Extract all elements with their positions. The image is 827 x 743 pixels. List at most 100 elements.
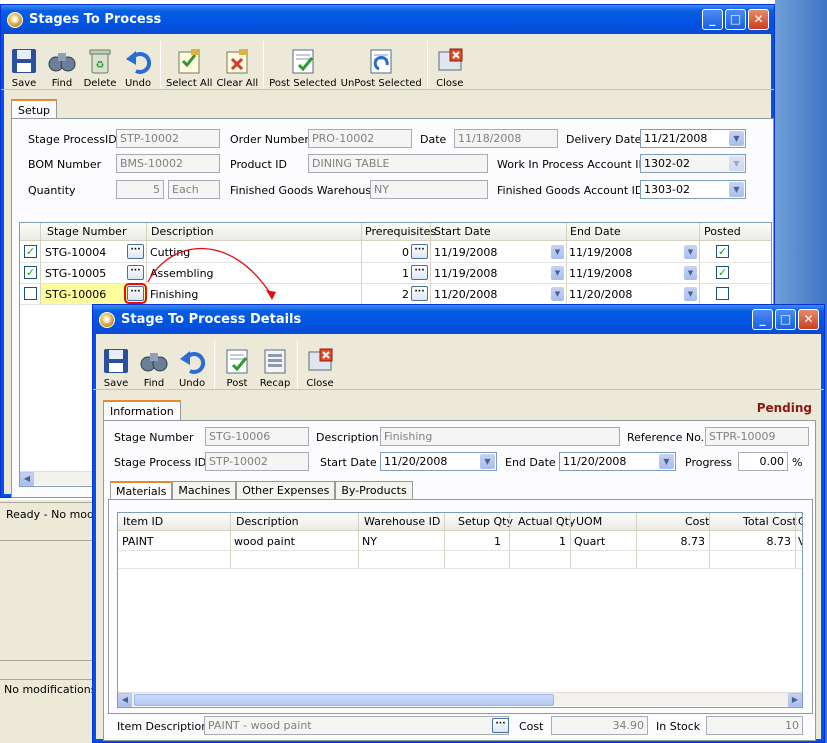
table-row[interactable]: ✓ STG-10005 ··· Assembling 1 ··· 11/19/2…	[20, 263, 771, 284]
stage-lookup-button[interactable]: ···	[127, 265, 144, 280]
column-header[interactable]: Stage Number	[47, 225, 126, 238]
scrollbar-thumb[interactable]	[134, 694, 554, 706]
background-status-bar: Ready - No modifications	[0, 502, 96, 524]
close-window-button[interactable]: ✕	[748, 9, 769, 30]
column-header[interactable]: Prerequisites	[365, 225, 436, 238]
bom-number-field[interactable]: BMS-10002	[116, 154, 220, 173]
tab-materials[interactable]: Materials	[110, 481, 173, 500]
find-button[interactable]: Find	[45, 46, 79, 89]
close-button[interactable]: Close	[303, 346, 337, 389]
column-header[interactable]: Warehouse ID	[364, 515, 440, 528]
column-header[interactable]: Item ID	[123, 515, 163, 528]
delete-button[interactable]: ♻ Delete	[83, 46, 117, 89]
stage-lookup-button[interactable]: ···	[127, 244, 144, 259]
clear-all-button[interactable]: Clear All	[216, 46, 258, 89]
chevron-down-icon[interactable]: ▼	[551, 266, 564, 280]
table-row[interactable]: ✓ STG-10004 ··· Cutting 0 ··· 11/19/2008…	[20, 242, 771, 263]
chevron-down-icon[interactable]: ▼	[684, 245, 697, 259]
tab-machines[interactable]: Machines	[172, 481, 237, 499]
chevron-right-icon[interactable]: ▶	[788, 693, 802, 707]
close-window-button[interactable]: ✕	[798, 309, 819, 330]
chevron-left-icon[interactable]: ◀	[20, 472, 34, 486]
chevron-down-icon[interactable]: ▼	[729, 156, 744, 171]
chevron-down-icon[interactable]: ▼	[729, 131, 744, 146]
post-button[interactable]: Post	[220, 346, 254, 389]
maximize-button[interactable]: □	[775, 309, 796, 330]
find-button[interactable]: Find	[137, 346, 171, 389]
start-date-picker[interactable]: 11/20/2008 ▼	[380, 452, 497, 471]
maximize-button[interactable]: □	[725, 9, 746, 30]
save-button[interactable]: Save	[7, 46, 41, 89]
tab-by-products[interactable]: By-Products	[335, 481, 413, 499]
chevron-down-icon[interactable]: ▼	[684, 266, 697, 280]
fg-warehouse-field[interactable]: NY	[370, 180, 488, 199]
row-select-checkbox[interactable]: ✓	[24, 287, 37, 300]
column-header[interactable]: Description	[236, 515, 299, 528]
in-stock-field[interactable]: 10	[706, 716, 803, 735]
uom-field[interactable]: Each	[168, 180, 220, 199]
posted-checkbox[interactable]: ✓	[716, 245, 729, 258]
column-header[interactable]: Start Date	[434, 225, 491, 238]
posted-checkbox[interactable]: ✓	[716, 266, 729, 279]
prerequisites-lookup-button[interactable]: ···	[411, 244, 428, 259]
reference-field[interactable]: STPR-10009	[705, 427, 809, 446]
chevron-down-icon[interactable]: ▼	[480, 454, 495, 469]
post-selected-button[interactable]: Post Selected	[269, 46, 337, 89]
recap-button[interactable]: Recap	[258, 346, 292, 389]
progress-field[interactable]: 0.00	[738, 452, 788, 471]
tab-setup[interactable]: Setup	[11, 99, 58, 119]
column-header[interactable]: Posted	[704, 225, 741, 238]
table-row[interactable]	[118, 551, 802, 569]
product-id-field[interactable]: DINING TABLE	[308, 154, 488, 173]
quantity-field[interactable]: 5	[116, 180, 164, 199]
column-header[interactable]: End Date	[570, 225, 621, 238]
item-lookup-button[interactable]: ···	[492, 718, 509, 733]
wip-account-dropdown[interactable]: 1302-02 ▼	[640, 154, 746, 173]
prerequisites-lookup-button[interactable]: ···	[411, 265, 428, 280]
column-header[interactable]: UOM	[576, 515, 602, 528]
undo-button[interactable]: Undo	[121, 46, 155, 89]
column-header[interactable]: Description	[151, 225, 214, 238]
column-header[interactable]: C	[798, 515, 802, 528]
chevron-down-icon[interactable]: ▼	[684, 287, 697, 301]
close-button[interactable]: Close	[433, 46, 467, 89]
table-row[interactable]: PAINT wood paint NY 1 1 Quart 8.73 8.73 …	[118, 532, 802, 551]
horizontal-scrollbar[interactable]: ◀ ▶	[118, 692, 802, 707]
undo-button[interactable]: Undo	[175, 346, 209, 389]
prerequisites-lookup-button[interactable]: ···	[411, 286, 428, 301]
date-field[interactable]: 11/18/2008	[454, 129, 558, 148]
unpost-selected-button[interactable]: UnPost Selected	[341, 46, 422, 89]
delivery-date-picker[interactable]: 11/21/2008 ▼	[640, 129, 746, 148]
title-bar[interactable]: ◉ Stage To Process Details _ □ ✕	[93, 305, 824, 334]
description-field[interactable]: Finishing	[380, 427, 620, 446]
stage-process-id-field[interactable]: STP-10002	[205, 452, 309, 471]
tab-other-expenses[interactable]: Other Expenses	[236, 481, 336, 499]
chevron-down-icon[interactable]: ▼	[729, 182, 744, 197]
table-row[interactable]: ✓ STG-10006 ··· Finishing 2 ··· 11/20/20…	[20, 283, 771, 305]
stage-lookup-button[interactable]: ···	[124, 283, 147, 304]
chevron-down-icon[interactable]: ▼	[659, 454, 674, 469]
stage-number-field[interactable]: STG-10006	[205, 427, 309, 446]
row-select-checkbox[interactable]: ✓	[24, 245, 37, 258]
title-bar[interactable]: ◉ Stages To Process _ □ ✕	[1, 5, 774, 34]
fg-account-dropdown[interactable]: 1303-02 ▼	[640, 180, 746, 199]
column-header[interactable]: Setup Qty	[458, 515, 513, 528]
minimize-button[interactable]: _	[702, 9, 723, 30]
end-date-picker[interactable]: 11/20/2008 ▼	[559, 452, 676, 471]
posted-checkbox[interactable]: ✓	[716, 287, 729, 300]
select-all-button[interactable]: Select All	[166, 46, 212, 89]
chevron-down-icon[interactable]: ▼	[551, 287, 564, 301]
stage-process-id-field[interactable]: STP-10002	[116, 129, 220, 148]
row-select-checkbox[interactable]: ✓	[24, 266, 37, 279]
tab-information[interactable]: Information	[103, 400, 181, 420]
minimize-button[interactable]: _	[752, 309, 773, 330]
order-number-field[interactable]: PRO-10002	[308, 129, 412, 148]
chevron-down-icon[interactable]: ▼	[551, 245, 564, 259]
column-header[interactable]: Cost	[685, 515, 709, 528]
column-header[interactable]: Total Cost	[743, 515, 797, 528]
save-button[interactable]: Save	[99, 346, 133, 389]
item-description-field[interactable]: PAINT - wood paint	[204, 716, 509, 735]
column-header[interactable]: Actual Qty	[518, 515, 575, 528]
chevron-left-icon[interactable]: ◀	[118, 693, 132, 707]
cost-field[interactable]: 34.90	[551, 716, 648, 735]
